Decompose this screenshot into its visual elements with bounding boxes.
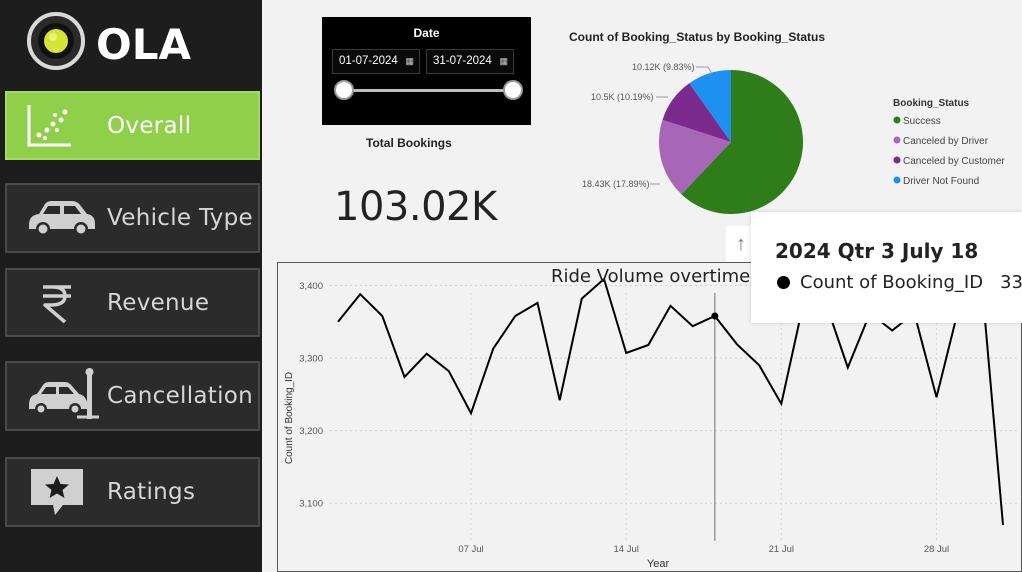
tooltip-series-label: Count of Booking_ID bbox=[800, 272, 984, 293]
kpi-value: 103.02K bbox=[334, 184, 497, 230]
start-date-input[interactable]: 01-07-2024 ▦ bbox=[332, 49, 420, 74]
nav-vehicle-type[interactable]: Vehicle Type bbox=[5, 183, 260, 253]
date-slicer-title: Date bbox=[413, 26, 440, 40]
y-tick-label: 3,100 bbox=[299, 499, 323, 510]
pie-slices bbox=[659, 70, 803, 215]
x-tick-label: 14 Jul bbox=[613, 544, 638, 555]
sidebar: OLA Overall Vehicle Type Revenue Cancell… bbox=[0, 0, 262, 572]
y-tick-label: 3,300 bbox=[299, 354, 323, 365]
legend-item-success[interactable]: Success bbox=[903, 116, 941, 127]
nav-overall[interactable]: Overall bbox=[5, 91, 260, 160]
nav-overall-label: Overall bbox=[107, 112, 192, 139]
x-tick-label: 07 Jul bbox=[458, 544, 483, 555]
nav-ratings-label: Ratings bbox=[107, 479, 196, 505]
y-axis-label: Count of Booking_ID bbox=[284, 372, 295, 464]
date-range-end-handle[interactable] bbox=[503, 80, 523, 100]
legend-marker-success bbox=[893, 116, 901, 124]
start-date-value: 01-07-2024 bbox=[339, 55, 398, 67]
svg-text:OLA: OLA bbox=[96, 20, 191, 69]
calendar-icon[interactable]: ▦ bbox=[405, 50, 414, 73]
car-crash-icon bbox=[29, 368, 99, 419]
booking-status-pie-chart[interactable]: 10.12K (9.83%) 10.5K (10.19%) 18.43K (17… bbox=[560, 50, 1020, 230]
x-axis-ticks: 07 Jul 14 Jul 21 Jul 28 Jul bbox=[458, 544, 949, 555]
car-icon bbox=[29, 201, 95, 236]
star-bubble-icon bbox=[31, 469, 83, 515]
pie-label-canceled-by-customer: 10.5K (10.19%) bbox=[591, 92, 654, 102]
nav-cancellation[interactable]: Cancellation bbox=[5, 361, 260, 431]
calendar-icon[interactable]: ▦ bbox=[499, 50, 508, 73]
nav-vehicle-type-label: Vehicle Type bbox=[107, 205, 253, 231]
legend-marker-driver-not-found bbox=[893, 176, 901, 184]
date-slicer: Date 01-07-2024 ▦ 31-07-2024 ▦ bbox=[322, 17, 531, 125]
line-chart-title: Ride Volume overtime bbox=[551, 266, 751, 287]
x-tick-label: 21 Jul bbox=[769, 544, 794, 555]
tooltip-series-marker bbox=[777, 276, 790, 289]
y-axis-ticks: 3,400 3,300 3,200 3,100 bbox=[299, 281, 323, 510]
nav-revenue-label: Revenue bbox=[107, 289, 210, 316]
pie-label-canceled-by-driver: 18.43K (17.89%) bbox=[582, 179, 650, 189]
highlighted-data-point[interactable] bbox=[711, 312, 719, 320]
pie-label-driver-not-found: 10.12K (9.83%) bbox=[632, 62, 695, 72]
date-range-track bbox=[344, 89, 514, 92]
series-points bbox=[711, 312, 719, 320]
y-tick-label: 3,400 bbox=[299, 281, 323, 292]
rupee-icon bbox=[43, 284, 71, 323]
tooltip-title: 2024 Qtr 3 July 18 bbox=[775, 239, 979, 263]
legend-item-driver-not-found[interactable]: Driver Not Found bbox=[903, 176, 979, 187]
date-range-start-handle[interactable] bbox=[334, 80, 354, 100]
nav-cancellation-label: Cancellation bbox=[107, 383, 254, 409]
scatter-chart-icon bbox=[27, 104, 71, 146]
legend-marker-canceled-by-driver bbox=[893, 136, 901, 144]
x-axis-label: Year bbox=[647, 558, 670, 570]
legend-item-canceled-by-driver[interactable]: Canceled by Driver bbox=[903, 136, 989, 147]
end-date-input[interactable]: 31-07-2024 ▦ bbox=[426, 49, 514, 74]
chart-gridlines bbox=[330, 285, 1018, 541]
ola-logo: OLA bbox=[27, 12, 191, 70]
x-tick-label: 28 Jul bbox=[924, 544, 949, 555]
nav-ratings[interactable]: Ratings bbox=[5, 457, 260, 527]
nav-revenue[interactable]: Revenue bbox=[5, 268, 260, 337]
y-tick-label: 3,200 bbox=[299, 426, 323, 437]
end-date-value: 31-07-2024 bbox=[433, 55, 492, 67]
legend-marker-canceled-by-customer bbox=[893, 156, 901, 164]
tooltip-series-value: 33 bbox=[1000, 272, 1022, 293]
legend-item-canceled-by-customer[interactable]: Canceled by Customer bbox=[903, 156, 1005, 167]
kpi-label: Total Bookings bbox=[366, 136, 452, 150]
pie-chart-title: Count of Booking_Status by Booking_Statu… bbox=[569, 30, 826, 44]
legend-title: Booking_Status bbox=[893, 98, 970, 109]
chart-tooltip: 2024 Qtr 3 July 18 Count of Booking_ID 3… bbox=[751, 212, 1022, 323]
pie-legend: Booking_Status Success Canceled by Drive… bbox=[893, 98, 1005, 187]
